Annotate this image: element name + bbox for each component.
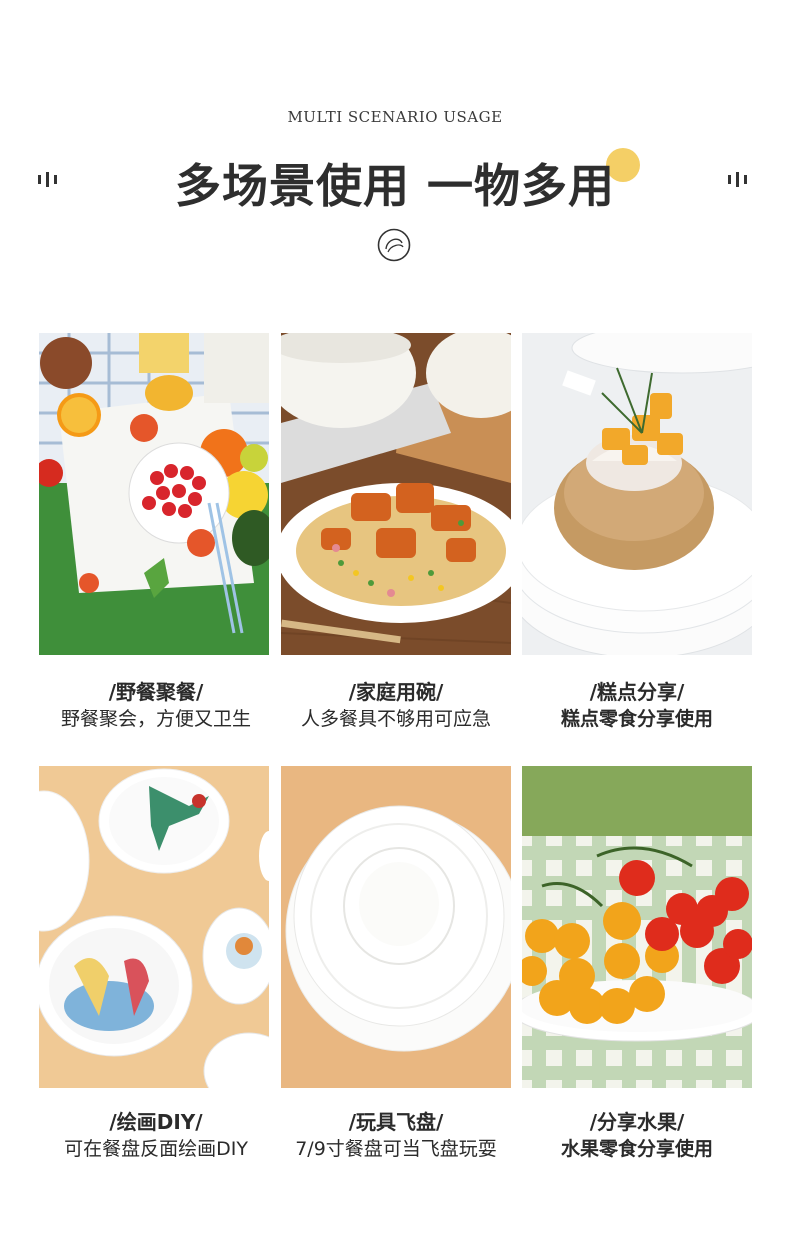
bowl-frisbee-photo bbox=[281, 766, 511, 1088]
painted-plates-photo bbox=[39, 766, 269, 1088]
scenario-desc-6: 水果零食分享使用 bbox=[560, 1138, 713, 1160]
headline: 多场景使用 一物多用 bbox=[174, 159, 615, 213]
scenario-title-3: /糕点分享/ bbox=[589, 680, 685, 704]
subtitle: MULTI SCENARIO USAGE bbox=[287, 108, 503, 126]
picnic-photo bbox=[39, 333, 269, 655]
pastry-photo bbox=[522, 333, 752, 655]
scenario-title-4: /绘画DIY/ bbox=[109, 1110, 203, 1134]
scenario-desc-2: 人多餐具不够用可应急 bbox=[300, 708, 491, 730]
scenario-title-6: /分享水果/ bbox=[589, 1110, 685, 1134]
scenario-desc-4: 可在餐盘反面绘画DIY bbox=[64, 1138, 248, 1160]
scenario-desc-5: 7/9寸餐盘可当飞盘玩耍 bbox=[295, 1138, 497, 1160]
scenario-desc-1: 野餐聚会，方便又卫生 bbox=[60, 708, 251, 730]
right-ticks-icon bbox=[728, 172, 747, 187]
left-ticks-icon bbox=[38, 172, 57, 187]
scenario-title-1: /野餐聚餐/ bbox=[108, 680, 204, 704]
swirl-icon bbox=[377, 228, 411, 262]
tomatoes-photo bbox=[522, 766, 752, 1088]
scenario-title-5: /玩具飞盘/ bbox=[348, 1110, 444, 1134]
scenario-title-2: /家庭用碗/ bbox=[348, 680, 444, 704]
fried-rice-photo bbox=[281, 333, 511, 655]
scenario-desc-3: 糕点零食分享使用 bbox=[560, 708, 713, 730]
